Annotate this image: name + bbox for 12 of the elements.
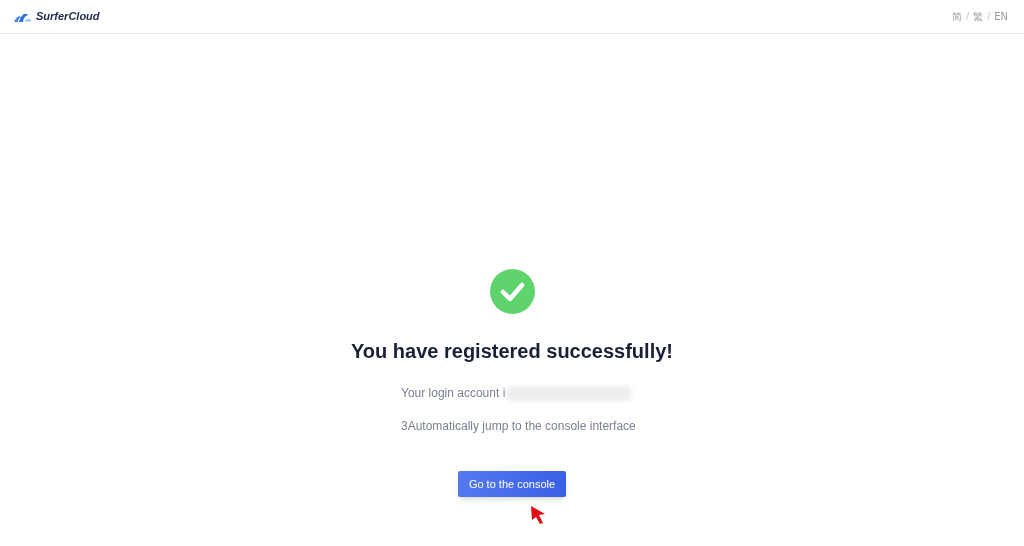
redirect-text: 3Automatically jump to the console interface bbox=[401, 418, 636, 435]
success-title: You have registered successfully! bbox=[351, 339, 673, 364]
account-label: Your login account i bbox=[401, 385, 506, 402]
cursor-icon bbox=[529, 505, 546, 525]
console-button[interactable]: Go to the console bbox=[457, 471, 567, 498]
logo-text: SurferCloud bbox=[36, 9, 100, 25]
success-check-icon bbox=[489, 269, 535, 314]
language-link[interactable]: 简 bbox=[952, 9, 963, 24]
language-link[interactable]: 繁 bbox=[973, 9, 984, 24]
language-link[interactable]: EN bbox=[994, 9, 1008, 24]
separator: / bbox=[966, 9, 970, 25]
separator: / bbox=[987, 9, 991, 25]
